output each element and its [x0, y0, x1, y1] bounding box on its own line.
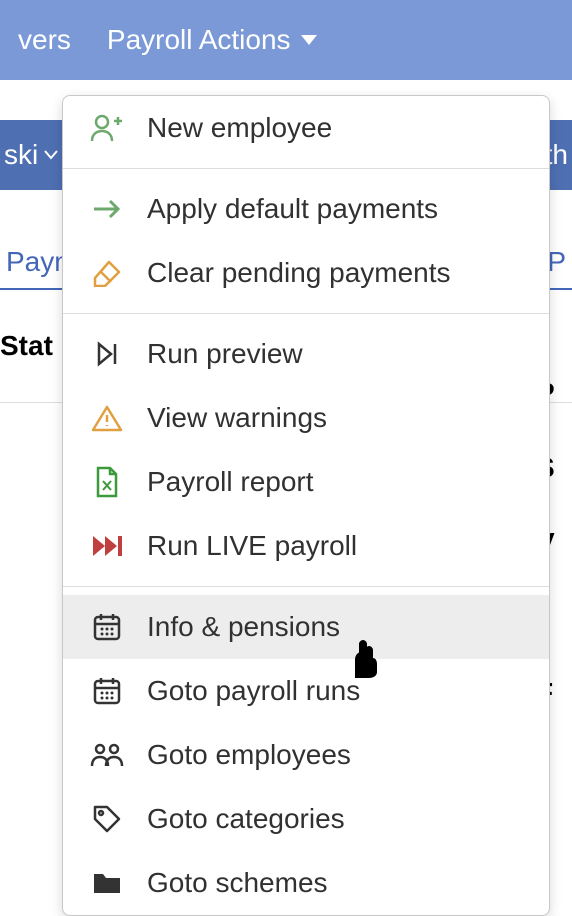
menu-label: New employee: [147, 112, 332, 144]
menu-label: Payroll Actions: [107, 24, 291, 56]
menu-divider: [63, 313, 549, 314]
eraser-icon: [89, 255, 125, 291]
menu-label: Goto schemes: [147, 867, 328, 899]
menu-goto-schemes[interactable]: Goto schemes: [63, 851, 549, 915]
payroll-actions-dropdown: New employee Apply default payments Clea…: [62, 95, 550, 916]
menu-label: View warnings: [147, 402, 327, 434]
calendar-icon: [89, 609, 125, 645]
menu-label: Goto payroll runs: [147, 675, 360, 707]
chevron-down-icon: [44, 150, 58, 160]
fast-forward-icon: [89, 528, 125, 564]
menu-view-warnings[interactable]: View warnings: [63, 386, 549, 450]
menu-run-live-payroll[interactable]: Run LIVE payroll: [63, 514, 549, 578]
user-plus-icon: [89, 110, 125, 146]
menu-clear-pending-payments[interactable]: Clear pending payments: [63, 241, 549, 305]
menu-divider: [63, 586, 549, 587]
menu-item-vers[interactable]: vers: [0, 24, 89, 56]
menu-label: Run LIVE payroll: [147, 530, 357, 562]
menu-label: Info & pensions: [147, 611, 340, 643]
menu-payroll-report[interactable]: Payroll report: [63, 450, 549, 514]
users-icon: [89, 737, 125, 773]
menu-goto-categories[interactable]: Goto categories: [63, 787, 549, 851]
menu-label: Apply default payments: [147, 193, 438, 225]
menu-label: vers: [18, 24, 71, 56]
menu-info-pensions[interactable]: Info & pensions: [63, 595, 549, 659]
menu-divider: [63, 168, 549, 169]
chevron-down-icon: [301, 35, 317, 45]
calendar-icon: [89, 673, 125, 709]
menu-label: Clear pending payments: [147, 257, 451, 289]
menu-label: Run preview: [147, 338, 303, 370]
breadcrumb-label: ski: [4, 139, 38, 171]
top-menubar: vers Payroll Actions: [0, 0, 572, 80]
menu-new-employee[interactable]: New employee: [63, 96, 549, 160]
menu-label: Goto employees: [147, 739, 351, 771]
warning-triangle-icon: [89, 400, 125, 436]
menu-run-preview[interactable]: Run preview: [63, 322, 549, 386]
menu-item-payroll-actions[interactable]: Payroll Actions: [89, 24, 335, 56]
menu-goto-employees[interactable]: Goto employees: [63, 723, 549, 787]
menu-label: Goto categories: [147, 803, 345, 835]
folder-icon: [89, 865, 125, 901]
excel-file-icon: [89, 464, 125, 500]
arrow-right-icon: [89, 191, 125, 227]
skip-forward-icon: [89, 336, 125, 372]
menu-apply-default-payments[interactable]: Apply default payments: [63, 177, 549, 241]
menu-goto-payroll-runs[interactable]: Goto payroll runs: [63, 659, 549, 723]
tag-icon: [89, 801, 125, 837]
menu-label: Payroll report: [147, 466, 314, 498]
